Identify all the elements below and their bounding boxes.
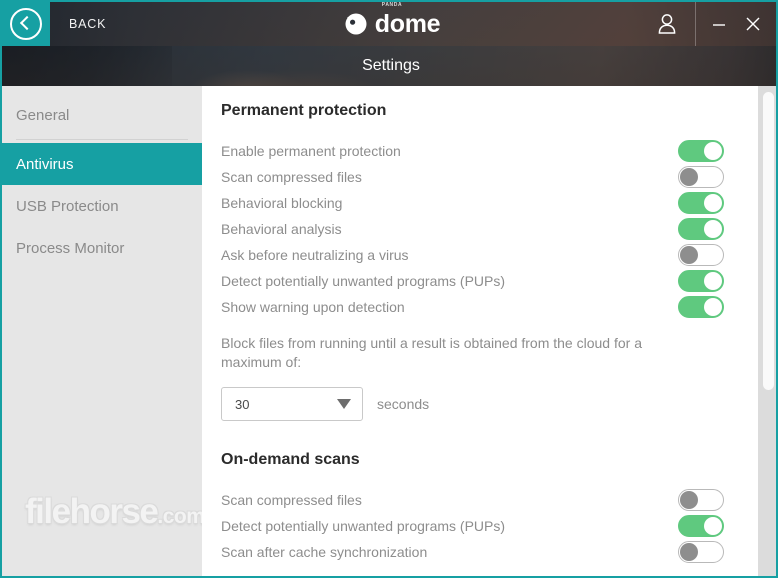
minimize-icon bbox=[713, 24, 725, 26]
block-timeout-value: 30 bbox=[235, 396, 250, 412]
minimize-button[interactable] bbox=[702, 2, 736, 46]
option-row-ondemand-detect-pups: Detect potentially unwanted programs (PU… bbox=[221, 513, 758, 539]
user-account-icon bbox=[658, 14, 676, 34]
option-row-scan-compressed-files: Scan compressed files bbox=[221, 164, 758, 190]
sidebar-item-label: Antivirus bbox=[16, 155, 74, 173]
page-title: Settings bbox=[362, 57, 420, 74]
toggle-enable-permanent-protection[interactable] bbox=[678, 140, 724, 162]
option-row-ondemand-scan-compressed-files: Scan compressed files bbox=[221, 487, 758, 513]
toggle-ask-before-neutralizing[interactable] bbox=[678, 244, 724, 266]
sidebar-item-usb-protection[interactable]: USB Protection bbox=[2, 185, 202, 227]
option-label: Scan compressed files bbox=[221, 169, 362, 185]
brand-superscript: PANDA bbox=[381, 2, 403, 8]
toggle-ondemand-scan-compressed-files[interactable] bbox=[678, 489, 724, 511]
toggle-detect-pups[interactable] bbox=[678, 270, 724, 292]
option-row-enable-permanent-protection: Enable permanent protection bbox=[221, 138, 758, 164]
watermark-name: filehorse bbox=[25, 492, 159, 531]
toggle-ondemand-detect-pups[interactable] bbox=[678, 515, 724, 537]
sidebar-item-label: Process Monitor bbox=[16, 239, 125, 257]
block-timeout-description: Block files from running until a result … bbox=[221, 335, 642, 370]
option-label: Behavioral blocking bbox=[221, 195, 343, 211]
toggle-scan-compressed-files[interactable] bbox=[678, 166, 724, 188]
option-label: Detect potentially unwanted programs (PU… bbox=[221, 273, 506, 289]
option-row-behavioral-blocking: Behavioral blocking bbox=[221, 190, 758, 216]
sidebar: General Antivirus USB Protection Process… bbox=[2, 86, 205, 576]
toggle-scan-after-cache-sync[interactable] bbox=[678, 541, 724, 563]
option-label: Behavioral analysis bbox=[221, 221, 342, 237]
option-row-show-warning-upon-detection: Show warning upon detection bbox=[221, 294, 758, 320]
watermark-suffix: .com bbox=[157, 505, 205, 528]
sidebar-item-process-monitor[interactable]: Process Monitor bbox=[2, 227, 202, 269]
chevron-left-circle-icon bbox=[10, 8, 42, 40]
titlebar-divider bbox=[695, 2, 696, 46]
block-timeout-unit: seconds bbox=[377, 396, 430, 412]
option-label: Show warning upon detection bbox=[221, 299, 405, 315]
panda-logo-icon bbox=[342, 11, 368, 37]
option-row-scan-after-cache-sync: Scan after cache synchronization bbox=[221, 539, 758, 565]
option-label: Detect potentially unwanted programs (PU… bbox=[221, 518, 506, 534]
block-timeout-row: 30 seconds bbox=[221, 387, 758, 421]
settings-panel: Permanent protection Enable permanent pr… bbox=[202, 86, 776, 576]
block-timeout-select[interactable]: 30 bbox=[221, 387, 363, 421]
sidebar-item-label: General bbox=[16, 106, 70, 124]
section-title-on-demand-scans: On-demand scans bbox=[221, 451, 360, 468]
toggle-show-warning-upon-detection[interactable] bbox=[678, 296, 724, 318]
option-label: Scan compressed files bbox=[221, 492, 362, 508]
close-button[interactable] bbox=[736, 2, 770, 46]
option-row-detect-pups: Detect potentially unwanted programs (PU… bbox=[221, 268, 758, 294]
title-bar: BACK PANDA dome bbox=[2, 2, 776, 46]
back-button[interactable] bbox=[2, 2, 50, 46]
toggle-behavioral-analysis[interactable] bbox=[678, 218, 724, 240]
content-area: General Antivirus USB Protection Process… bbox=[2, 86, 776, 576]
chevron-down-icon bbox=[337, 399, 351, 409]
brand-wordmark: dome bbox=[374, 10, 441, 38]
sidebar-item-label: USB Protection bbox=[16, 197, 119, 215]
option-row-behavioral-analysis: Behavioral analysis bbox=[221, 216, 758, 242]
page-header-band: Settings bbox=[2, 46, 776, 86]
application-window: BACK PANDA dome Settings General Antivir… bbox=[0, 0, 778, 578]
section-title-permanent-protection: Permanent protection bbox=[221, 102, 387, 119]
vertical-scrollbar[interactable] bbox=[758, 86, 776, 576]
user-account-button[interactable] bbox=[639, 2, 695, 46]
toggle-behavioral-blocking[interactable] bbox=[678, 192, 724, 214]
sidebar-item-general[interactable]: General bbox=[2, 94, 202, 136]
sidebar-divider bbox=[16, 139, 188, 140]
window-controls bbox=[639, 2, 776, 46]
option-label: Scan after cache synchronization bbox=[221, 544, 428, 560]
option-label: Ask before neutralizing a virus bbox=[221, 247, 409, 263]
option-row-ask-before-neutralizing: Ask before neutralizing a virus bbox=[221, 242, 758, 268]
close-icon bbox=[746, 17, 760, 31]
scrollbar-thumb[interactable] bbox=[763, 92, 774, 390]
sidebar-item-antivirus[interactable]: Antivirus bbox=[2, 143, 202, 185]
option-label: Enable permanent protection bbox=[221, 143, 401, 159]
back-label[interactable]: BACK bbox=[69, 17, 106, 31]
